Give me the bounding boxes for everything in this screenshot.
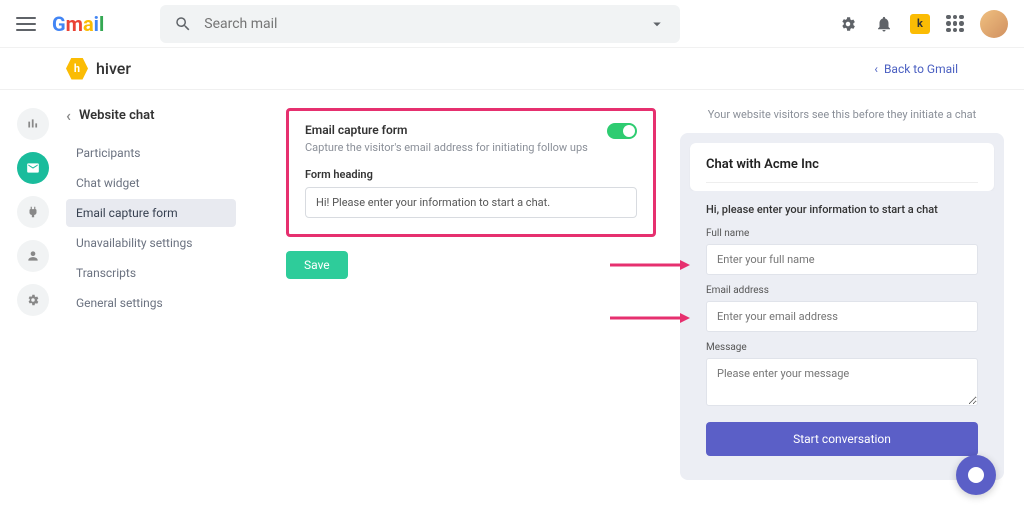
- gmail-header: Gmail k: [0, 0, 1024, 48]
- back-to-gmail-link[interactable]: ‹ Back to Gmail: [874, 62, 958, 76]
- save-button[interactable]: Save: [286, 251, 348, 279]
- section-title: Email capture form: [305, 123, 588, 137]
- chevron-left-icon: ‹: [874, 62, 878, 76]
- avatar[interactable]: [980, 10, 1008, 38]
- preview-column: Your website visitors see this before th…: [680, 108, 1004, 480]
- hiver-hex-icon: h: [66, 58, 88, 80]
- section-desc: Capture the visitor's email address for …: [305, 141, 588, 154]
- content: Email capture form Capture the visitor's…: [236, 96, 1024, 480]
- preview-wrap: Chat with Acme Inc Hi, please enter your…: [680, 133, 1004, 480]
- fullname-input[interactable]: [706, 244, 978, 275]
- sidebar: ‹ Website chat Participants Chat widget …: [66, 96, 236, 480]
- rail-mail-icon[interactable]: [17, 152, 49, 184]
- sidebar-item-participants[interactable]: Participants: [66, 139, 236, 167]
- start-button[interactable]: Start conversation: [706, 422, 978, 456]
- preview-hint: Your website visitors see this before th…: [680, 108, 1004, 121]
- chevron-left-icon: ‹: [66, 106, 71, 125]
- highlight-box: Email capture form Capture the visitor's…: [286, 108, 656, 237]
- section-head: Email capture form Capture the visitor's…: [305, 123, 637, 154]
- dropdown-icon[interactable]: [648, 15, 666, 33]
- hiver-badge-icon[interactable]: k: [910, 14, 930, 34]
- sidebar-item-general[interactable]: General settings: [66, 289, 236, 317]
- preview-subheading: Hi, please enter your information to sta…: [706, 203, 978, 216]
- message-input[interactable]: [706, 358, 978, 406]
- preview-card: Chat with Acme Inc: [690, 143, 994, 191]
- bell-icon[interactable]: [874, 14, 894, 34]
- sidebar-item-transcripts[interactable]: Transcripts: [66, 259, 236, 287]
- fullname-label: Full name: [706, 228, 978, 239]
- gmail-logo[interactable]: Gmail: [52, 12, 104, 36]
- search-input[interactable]: [204, 16, 648, 32]
- main: ‹ Website chat Participants Chat widget …: [0, 90, 1024, 480]
- search-bar[interactable]: [160, 5, 680, 43]
- form-area: Email capture form Capture the visitor's…: [286, 108, 656, 480]
- chat-bubble-icon: [968, 467, 984, 483]
- hiver-brand: hiver: [96, 59, 131, 78]
- chat-fab-button[interactable]: [956, 455, 996, 495]
- back-link-label: Back to Gmail: [884, 62, 958, 76]
- menu-icon[interactable]: [16, 17, 36, 31]
- header-icons: k: [838, 10, 1008, 38]
- hiver-logo[interactable]: h hiver: [66, 58, 131, 80]
- sidebar-item-email-capture[interactable]: Email capture form: [66, 199, 236, 227]
- enable-toggle[interactable]: [607, 123, 637, 139]
- heading-label: Form heading: [305, 168, 637, 181]
- icon-rail: [0, 96, 66, 480]
- hiver-bar: h hiver ‹ Back to Gmail: [0, 48, 1024, 90]
- sidebar-item-chat-widget[interactable]: Chat widget: [66, 169, 236, 197]
- rail-user-icon[interactable]: [17, 240, 49, 272]
- sidebar-item-unavailability[interactable]: Unavailability settings: [66, 229, 236, 257]
- search-icon: [174, 15, 192, 33]
- sidebar-title-label: Website chat: [79, 108, 155, 123]
- email-label: Email address: [706, 285, 978, 296]
- email-input[interactable]: [706, 301, 978, 332]
- rail-plug-icon[interactable]: [17, 196, 49, 228]
- annotation-arrow-icon: [610, 255, 690, 265]
- preview-title: Chat with Acme Inc: [706, 157, 978, 183]
- sidebar-title[interactable]: ‹ Website chat: [66, 106, 236, 125]
- rail-settings-icon[interactable]: [17, 284, 49, 316]
- preview-body: Hi, please enter your information to sta…: [690, 191, 994, 470]
- apps-icon[interactable]: [946, 15, 964, 33]
- heading-input[interactable]: [305, 187, 637, 218]
- gear-icon[interactable]: [838, 14, 858, 34]
- rail-analytics-icon[interactable]: [17, 108, 49, 140]
- message-label: Message: [706, 342, 978, 353]
- annotation-arrow-icon: [610, 308, 690, 318]
